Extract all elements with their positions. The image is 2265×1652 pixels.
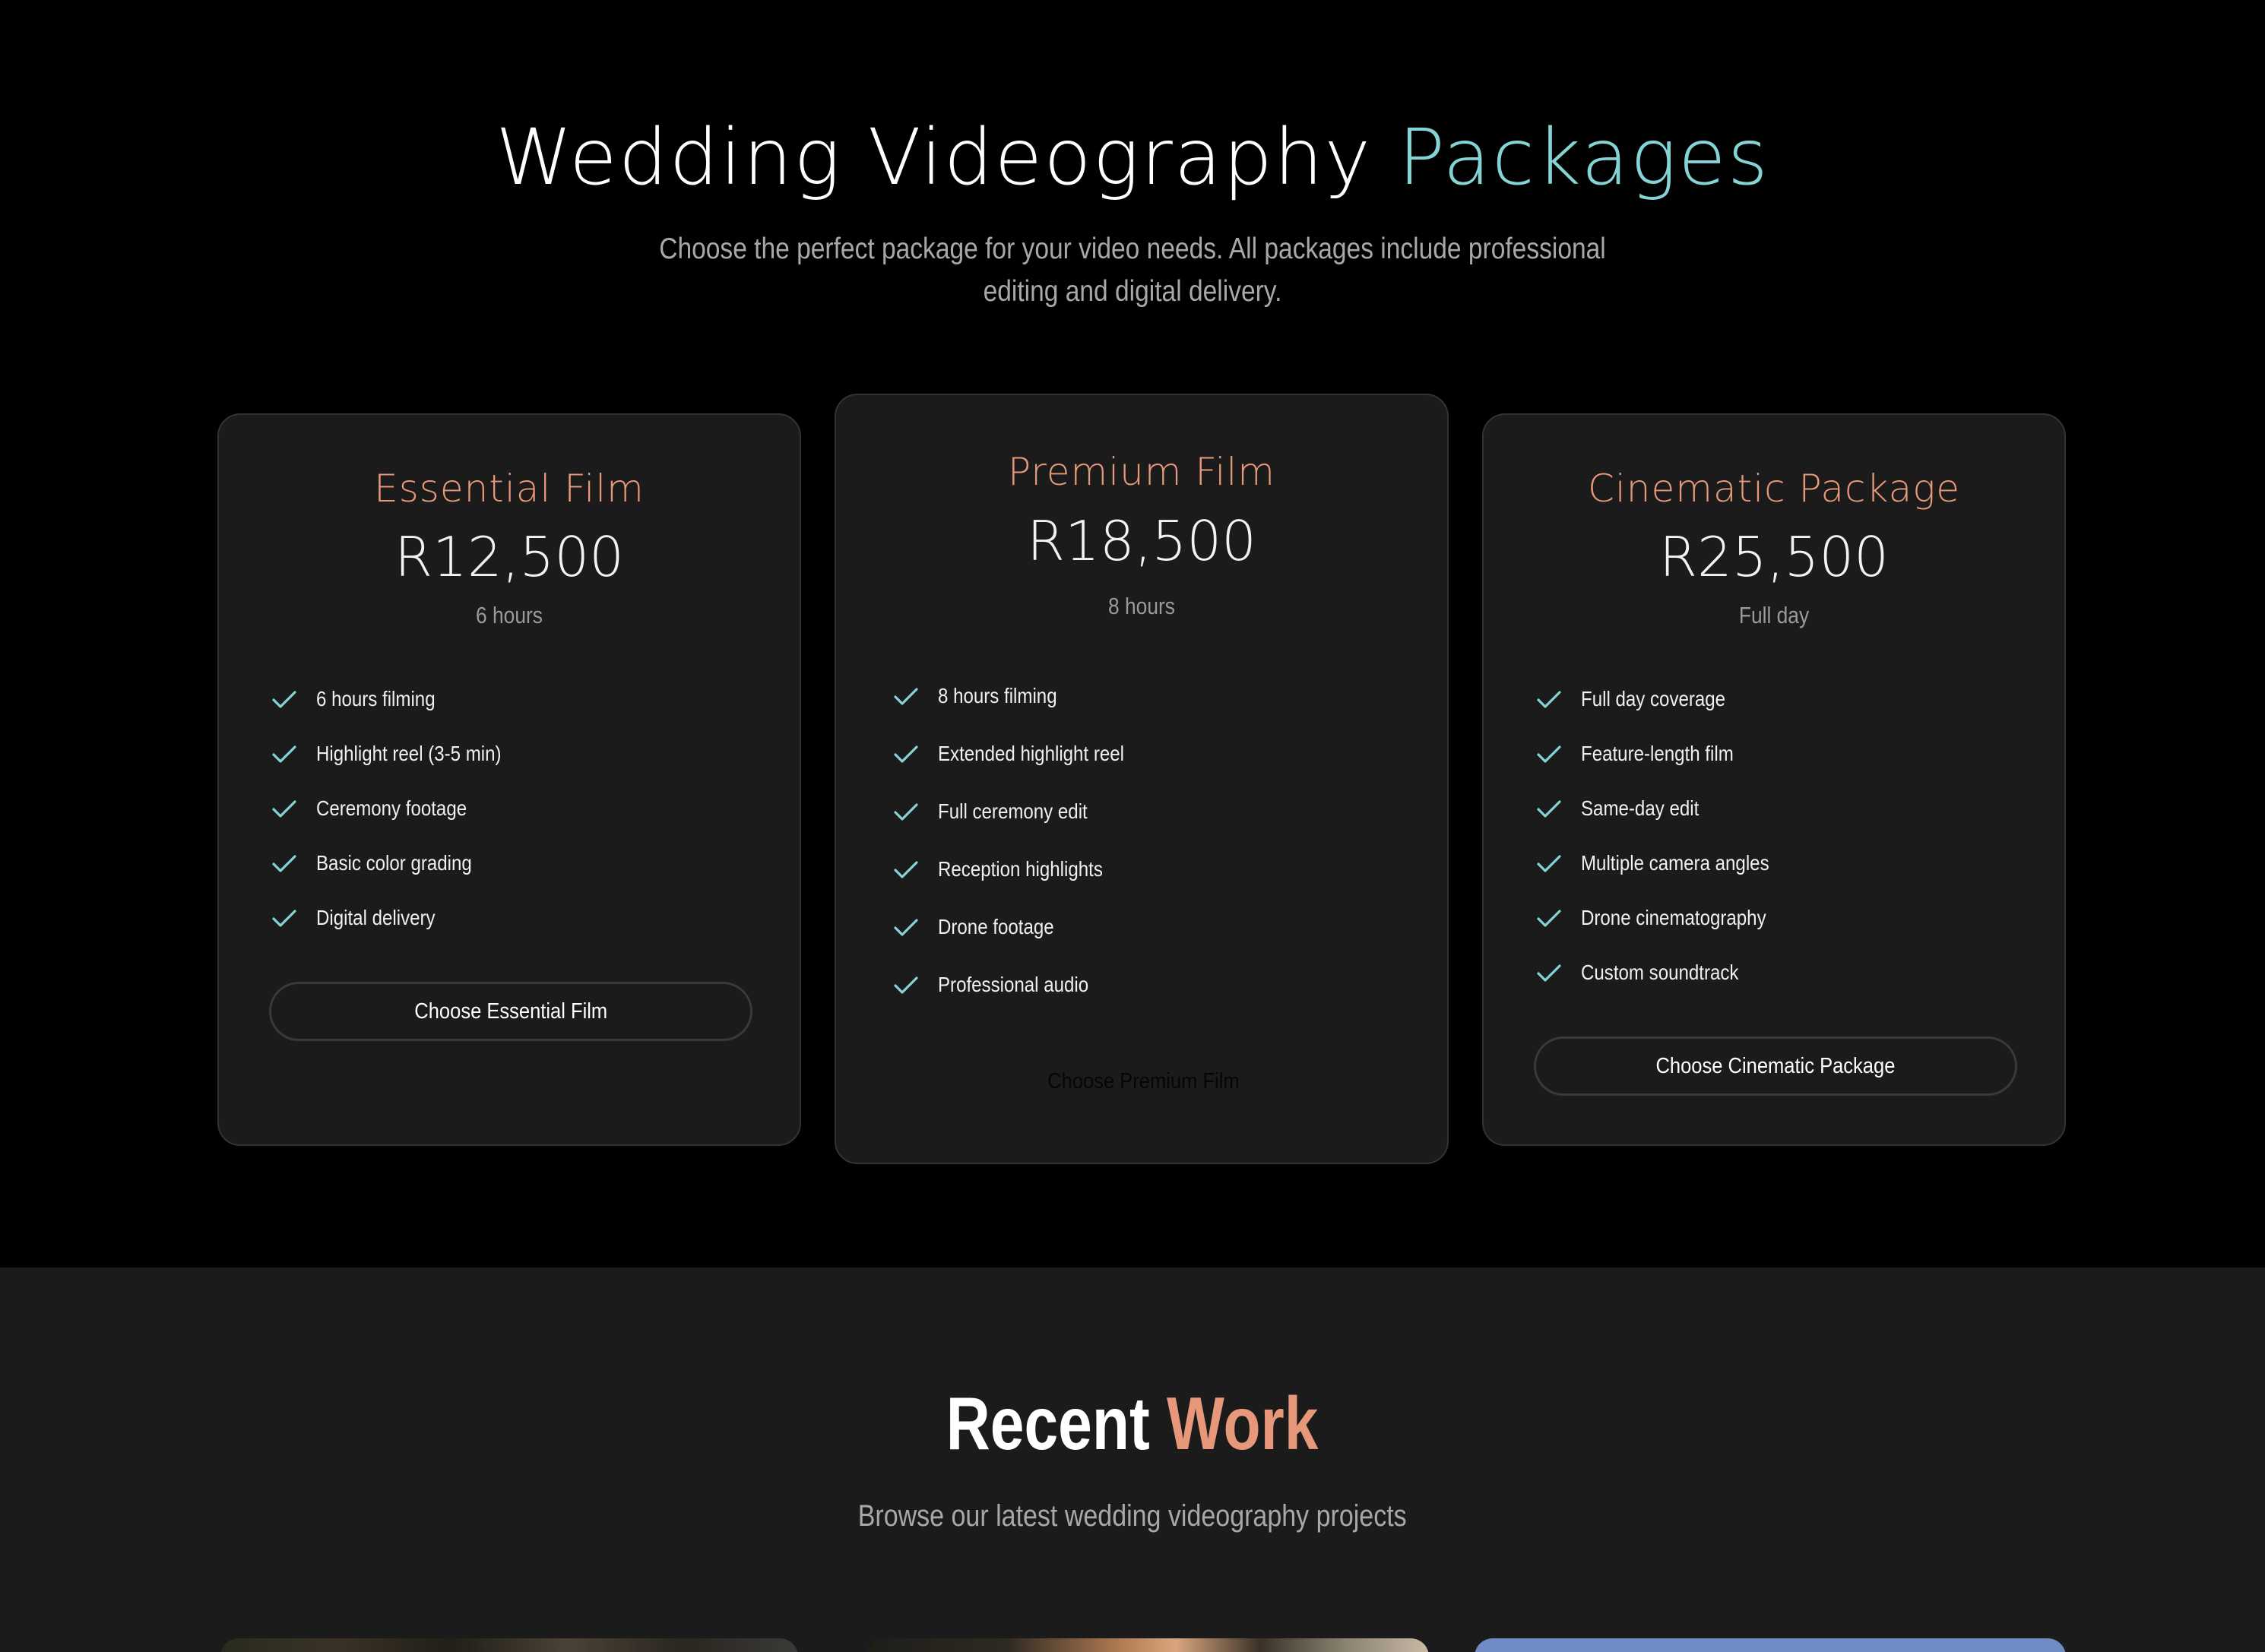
feature-text: 8 hours filming (938, 684, 1057, 707)
feature-item: Feature-length film (1535, 726, 1800, 781)
feature-item: Multiple camera angles (1535, 836, 1800, 891)
check-icon (894, 803, 918, 821)
feature-text: Reception highlights (938, 857, 1103, 881)
package-price: R25,500 (1659, 525, 1889, 589)
choose-premium-button[interactable]: Choose Premium Film (892, 1052, 1394, 1111)
recent-work-title-main: Recent (946, 1381, 1151, 1465)
button-label: Choose Cinematic Package (1655, 1053, 1896, 1078)
feature-item: Digital delivery (271, 891, 531, 945)
package-price: R12,500 (394, 525, 624, 589)
package-name: Premium Film (1008, 450, 1275, 494)
check-icon (894, 861, 918, 878)
feature-text: Basic color grading (316, 851, 472, 875)
packages-section: Wedding Videography Packages Choose the … (0, 0, 2265, 1267)
package-card-cinematic: Cinematic Package R25,500 Full day Full … (1482, 413, 2066, 1146)
recent-work-title-accent: Work (1167, 1381, 1319, 1465)
feature-item: 6 hours filming (271, 672, 531, 726)
check-icon (272, 691, 296, 708)
feature-text: Same-day edit (1581, 796, 1700, 820)
packages-title: Wedding Videography Packages (0, 112, 2265, 204)
feature-item: Reception highlights (892, 840, 1155, 898)
package-duration: 8 hours (1108, 593, 1175, 619)
package-duration: Full day (1738, 602, 1810, 628)
check-icon (894, 745, 918, 763)
feature-item: Basic color grading (271, 836, 531, 891)
check-icon (894, 688, 918, 705)
feature-item: Full ceremony edit (892, 783, 1155, 840)
package-price: R18,500 (1027, 509, 1256, 573)
check-icon (272, 745, 296, 763)
feature-text: Feature-length film (1581, 742, 1734, 765)
feature-item: 8 hours filming (892, 667, 1155, 725)
button-label: Choose Essential Film (414, 998, 607, 1024)
recent-work-title: Recent Work (0, 1378, 2265, 1469)
feature-list: Full day coverage Feature-length film Sa… (1535, 672, 1800, 1000)
packages-title-accent: Packages (1398, 112, 1769, 203)
package-duration: 6 hours (476, 602, 543, 628)
feature-text: 6 hours filming (316, 687, 436, 710)
recent-work-subtitle: Browse our latest wedding videography pr… (0, 1499, 2265, 1533)
check-icon (272, 855, 296, 872)
package-card-essential: Essential Film R12,500 6 hours 6 hours f… (217, 413, 801, 1146)
feature-item: Professional audio (892, 956, 1155, 1014)
check-icon (272, 800, 296, 818)
feature-text: Digital delivery (316, 906, 436, 929)
feature-text: Drone footage (938, 915, 1054, 938)
choose-cinematic-button[interactable]: Choose Cinematic Package (1534, 1036, 2017, 1096)
check-icon (1537, 691, 1561, 708)
work-thumbnail[interactable] (866, 1638, 1429, 1652)
package-name: Essential Film (374, 467, 645, 511)
feature-item: Extended highlight reel (892, 725, 1155, 783)
feature-text: Full ceremony edit (938, 799, 1088, 823)
button-label: Choose Premium Film (1047, 1068, 1240, 1093)
feature-item: Full day coverage (1535, 672, 1800, 726)
feature-item: Drone footage (892, 898, 1155, 956)
feature-item: Same-day edit (1535, 781, 1800, 836)
choose-essential-button[interactable]: Choose Essential Film (269, 982, 752, 1041)
check-icon (272, 910, 296, 927)
recent-work-section: Recent Work Browse our latest wedding vi… (0, 1267, 2265, 1652)
packages-subtitle: Choose the perfect package for your vide… (659, 233, 1606, 308)
feature-list: 6 hours filming Highlight reel (3-5 min)… (271, 672, 531, 945)
packages-title-main: Wedding Videography (496, 112, 1373, 203)
package-name: Cinematic Package (1588, 467, 1960, 511)
package-card-premium: Premium Film R18,500 8 hours 8 hours fil… (835, 394, 1449, 1164)
work-thumbnail[interactable] (1475, 1638, 2066, 1652)
feature-item: Custom soundtrack (1535, 945, 1800, 1000)
feature-text: Multiple camera angles (1581, 851, 1769, 875)
check-icon (1537, 964, 1561, 982)
check-icon (1537, 855, 1561, 872)
feature-text: Ceremony footage (316, 796, 467, 820)
check-icon (894, 976, 918, 994)
check-icon (894, 919, 918, 936)
check-icon (1537, 910, 1561, 927)
work-thumbnail[interactable] (220, 1638, 798, 1652)
feature-text: Professional audio (938, 973, 1089, 996)
recent-work-subtitle-text: Browse our latest wedding videography pr… (858, 1499, 1407, 1533)
feature-list: 8 hours filming Extended highlight reel … (892, 667, 1155, 1014)
feature-text: Custom soundtrack (1581, 961, 1739, 984)
feature-item: Highlight reel (3-5 min) (271, 726, 531, 781)
feature-text: Highlight reel (3-5 min) (316, 742, 502, 765)
feature-item: Ceremony footage (271, 781, 531, 836)
feature-item: Drone cinematography (1535, 891, 1800, 945)
feature-text: Drone cinematography (1581, 906, 1766, 929)
check-icon (1537, 800, 1561, 818)
check-icon (1537, 745, 1561, 763)
feature-text: Extended highlight reel (938, 742, 1124, 765)
recent-work-title-inner: Recent Work (946, 1378, 1319, 1469)
feature-text: Full day coverage (1581, 687, 1726, 710)
